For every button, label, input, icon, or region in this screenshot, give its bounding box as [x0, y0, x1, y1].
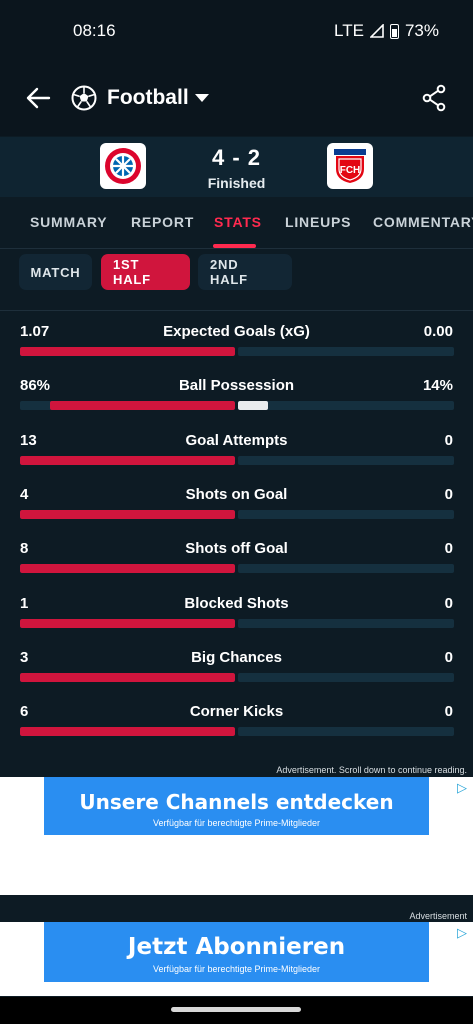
stat-row: 6 Corner Kicks 0	[0, 703, 473, 757]
stat-home-bar	[20, 347, 235, 356]
stat-home-bar-fill	[20, 347, 235, 356]
stat-row: 1.07 Expected Goals (xG) 0.00	[0, 323, 473, 377]
stat-row: 8 Shots off Goal 0	[0, 540, 473, 594]
system-nav-bar	[0, 997, 473, 1024]
stat-label: Corner Kicks	[189, 703, 284, 721]
stat-away-value: 0	[444, 594, 453, 612]
ad-banner-2-subtitle: Verfügbar für berechtigte Prime-Mitglied…	[152, 964, 321, 974]
stat-away-value: 0.00	[423, 323, 453, 340]
divider	[0, 310, 473, 311]
ad-banner-2-title: Jetzt Abonnieren	[127, 934, 346, 960]
stat-away-value: 0	[444, 431, 453, 449]
ad-slot-1[interactable]: Unsere Channels entdecken Verfügbar für …	[0, 777, 473, 895]
stat-home-bar-fill	[20, 618, 235, 628]
stat-label: Blocked Shots	[184, 594, 289, 612]
ad-banner-1-title: Unsere Channels entdecken	[79, 790, 394, 814]
stat-away-bar	[238, 672, 454, 682]
away-logo-text: FCH	[340, 165, 361, 176]
stat-away-bar	[238, 455, 454, 465]
stat-home-bar-fill	[20, 564, 235, 574]
adchoices-icon[interactable]: ▷	[457, 925, 467, 941]
stat-away-bar	[238, 727, 454, 737]
stat-row: 86% Ball Possession 14%	[0, 377, 473, 431]
stat-label: Shots off Goal	[185, 540, 288, 558]
caret-down-icon[interactable]	[195, 94, 209, 102]
stat-home-bar	[20, 564, 235, 574]
football-icon[interactable]	[71, 85, 97, 111]
stat-label: Shots on Goal	[185, 485, 288, 503]
ad-banner-1[interactable]: Unsere Channels entdecken Verfügbar für …	[44, 777, 429, 835]
stat-home-bar	[20, 401, 235, 411]
tab-commentary[interactable]: COMMENTARY	[373, 214, 473, 230]
match-tabs: SUMMARY REPORT STATS LINEUPS COMMENTARY	[0, 197, 473, 249]
stat-away-bar-fill	[238, 401, 269, 411]
stat-home-bar	[20, 672, 235, 682]
stat-away-value: 0	[444, 648, 453, 666]
period-selector: MATCH 1ST HALF 2ND HALF	[0, 250, 473, 298]
stat-label: Expected Goals (xG)	[163, 323, 310, 340]
battery-icon	[389, 23, 399, 39]
match-status: Finished	[207, 175, 266, 191]
stat-row: 1 Blocked Shots 0	[0, 595, 473, 649]
stat-away-bar	[238, 401, 454, 411]
away-team-logo[interactable]: FCH	[327, 143, 373, 189]
stat-away-bar	[238, 564, 454, 574]
stat-row: 13 Goal Attempts 0	[0, 432, 473, 486]
stat-away-value: 0	[444, 485, 453, 503]
stat-row: 4 Shots on Goal 0	[0, 486, 473, 540]
stat-row: 3 Big Chances 0	[0, 649, 473, 703]
stat-home-bar-fill	[50, 401, 235, 411]
stat-away-bar	[238, 347, 454, 356]
match-score: 4 - 2	[211, 145, 262, 170]
share-icon[interactable]	[421, 84, 447, 112]
battery-level: 73%	[404, 21, 439, 40]
stat-home-bar-fill	[20, 672, 235, 682]
sport-selector-label[interactable]: Football	[107, 86, 189, 110]
stat-away-value: 14%	[422, 377, 453, 395]
status-time: 08:16	[73, 21, 116, 40]
status-indicators: LTE 73%	[334, 21, 439, 41]
stat-label: Goal Attempts	[185, 431, 288, 449]
tab-lineups[interactable]: LINEUPS	[285, 214, 351, 230]
home-gesture-handle[interactable]	[171, 1007, 301, 1012]
app-header: Football	[0, 62, 473, 136]
adchoices-icon[interactable]: ▷	[457, 780, 467, 796]
active-tab-indicator	[213, 244, 256, 248]
stat-away-value: 0	[444, 703, 453, 721]
network-label: LTE	[334, 21, 364, 40]
stat-away-value: 0	[444, 540, 453, 558]
stat-home-bar	[20, 455, 235, 465]
signal-icon	[369, 24, 384, 38]
tab-report[interactable]: REPORT	[131, 214, 194, 230]
ad-banner-1-subtitle: Verfügbar für berechtigte Prime-Mitglied…	[152, 818, 321, 828]
ad-slot-2[interactable]: Jetzt Abonnieren Verfügbar für berechtig…	[0, 922, 473, 996]
segment-first-half[interactable]: 1ST HALF	[101, 254, 190, 290]
stat-home-bar	[20, 618, 235, 628]
score-bar: 4 - 2 Finished FCH	[0, 137, 473, 197]
status-bar: 08:16 LTE 73%	[0, 0, 473, 62]
arrow-left-icon[interactable]	[24, 84, 52, 112]
stat-home-bar	[20, 509, 235, 519]
stat-home-bar	[20, 727, 235, 737]
tab-stats[interactable]: STATS	[214, 214, 262, 230]
ad-note-2: Advertisement	[409, 911, 467, 921]
stat-home-bar-fill	[20, 727, 235, 737]
tab-summary[interactable]: SUMMARY	[30, 214, 107, 230]
stat-away-bar	[238, 618, 454, 628]
segment-second-half[interactable]: 2ND HALF	[198, 254, 292, 290]
ad-banner-2[interactable]: Jetzt Abonnieren Verfügbar für berechtig…	[44, 922, 429, 982]
stat-home-bar-fill	[20, 509, 235, 519]
heidenheim-crest-icon: FCH	[334, 149, 366, 183]
stat-away-bar	[238, 509, 454, 519]
ad-note: Advertisement. Scroll down to continue r…	[276, 765, 467, 775]
stat-home-bar-fill	[20, 455, 235, 465]
stat-label: Big Chances	[191, 648, 282, 666]
stat-label: Ball Possession	[178, 377, 295, 395]
segment-match[interactable]: MATCH	[19, 254, 92, 290]
